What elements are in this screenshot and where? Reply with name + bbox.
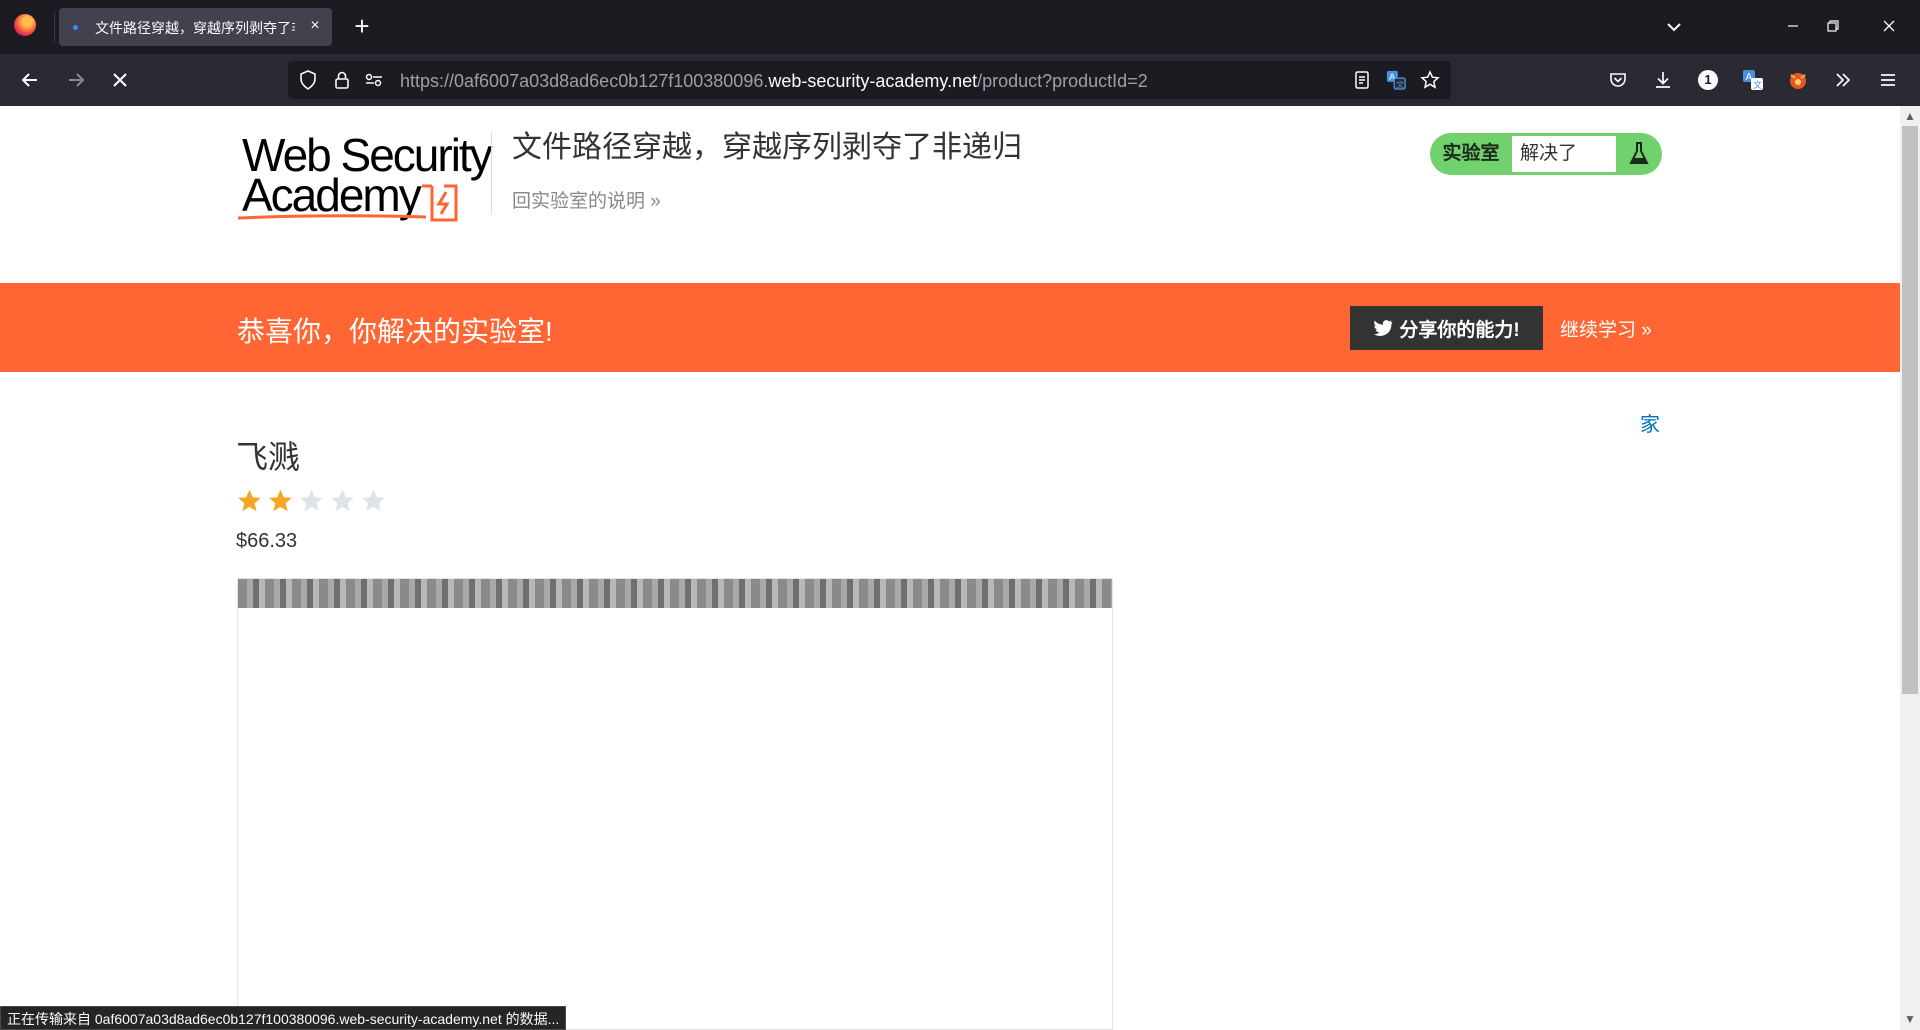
product-image-loaded-strip xyxy=(238,579,1112,608)
star-empty-icon xyxy=(300,489,323,512)
product-name: 飞溅 xyxy=(236,439,301,475)
extension-badge-label: 1 xyxy=(1704,72,1712,87)
chevron-down-icon xyxy=(1667,23,1681,32)
back-button[interactable] xyxy=(14,64,46,96)
pocket-icon xyxy=(1610,73,1626,87)
svg-text:文: 文 xyxy=(1753,79,1762,90)
web-security-academy-logo[interactable]: Web Security Academy xyxy=(238,128,493,224)
twitter-icon xyxy=(1373,320,1393,336)
burp-extension-button[interactable] xyxy=(1782,64,1814,96)
lab-status-widget: 实验室 解决了 xyxy=(1430,133,1662,175)
minimize-icon xyxy=(1788,25,1798,27)
home-link[interactable]: 家 xyxy=(1640,408,1660,437)
loading-dot-icon xyxy=(73,25,78,30)
navigation-toolbar: https://0af6007a03d8ad6ec0b127f100380096… xyxy=(0,54,1920,106)
loading-status-bar: 正在传输来自 0af6007a03d8ad6ec0b127f100380096.… xyxy=(0,1006,567,1030)
share-skills-button[interactable]: 分享你的能力! xyxy=(1350,306,1543,350)
downloads-button[interactable] xyxy=(1647,64,1679,96)
pocket-button[interactable] xyxy=(1602,64,1634,96)
tab-close-button[interactable]: × xyxy=(305,16,325,36)
close-window-button[interactable] xyxy=(1866,12,1912,42)
reader-view-icon[interactable] xyxy=(1352,70,1372,90)
arrow-right-icon xyxy=(69,73,85,87)
star-empty-icon xyxy=(362,489,385,512)
download-icon xyxy=(1656,72,1670,88)
scroll-down-arrow-icon[interactable]: ▼ xyxy=(1903,1012,1917,1026)
address-bar[interactable]: https://0af6007a03d8ad6ec0b127f100380096… xyxy=(288,61,1451,99)
hamburger-menu-icon xyxy=(1881,74,1895,86)
shield-icon[interactable] xyxy=(298,70,318,90)
restore-button[interactable] xyxy=(1810,12,1856,42)
url-prefix: https://0af6007a03d8ad6ec0b127f100380096… xyxy=(400,71,769,91)
bookmark-star-icon[interactable] xyxy=(1420,70,1440,90)
back-to-lab-description-link[interactable]: 回实验室的说明 » xyxy=(512,186,661,213)
stop-x-icon xyxy=(113,73,127,87)
list-all-tabs-button[interactable] xyxy=(1660,14,1688,40)
lab-status-label: 实验室 xyxy=(1442,143,1500,164)
flask-icon xyxy=(1616,133,1662,175)
share-button-label: 分享你的能力! xyxy=(1399,319,1520,341)
page-scrollbar[interactable]: ▲ ▼ xyxy=(1900,106,1920,1030)
product-rating xyxy=(236,488,387,518)
translate-extension-icon: A文 xyxy=(1743,70,1763,90)
logo-underline-icon xyxy=(238,214,427,220)
extension-counter-button[interactable]: 1 xyxy=(1692,64,1724,96)
page-content: Web Security Academy 文件路径穿越，穿越序列剥夺了非递归 回… xyxy=(0,106,1900,1030)
url-host: web-security-academy.net xyxy=(768,71,978,91)
close-icon xyxy=(1883,20,1895,32)
scroll-up-arrow-icon[interactable]: ▲ xyxy=(1903,109,1917,123)
star-empty-icon xyxy=(331,489,354,512)
more-tools-button[interactable] xyxy=(1827,64,1859,96)
lock-icon[interactable] xyxy=(332,70,352,90)
app-menu-button[interactable] xyxy=(1872,64,1904,96)
svg-text:文: 文 xyxy=(1396,79,1404,89)
permissions-icon[interactable] xyxy=(364,70,384,90)
arrow-left-icon xyxy=(21,73,37,87)
tab-bar: 文件路径穿越，穿越序列剥夺了非递归 × + xyxy=(0,0,1920,54)
lab-title: 文件路径穿越，穿越序列剥夺了非递归 xyxy=(512,131,1022,164)
product-image xyxy=(237,578,1113,1030)
star-filled-icon xyxy=(269,489,292,512)
translate-icon[interactable]: A文 xyxy=(1386,70,1406,90)
lab-status-value: 解决了 xyxy=(1512,136,1616,172)
translate-extension-button[interactable]: A文 xyxy=(1737,64,1769,96)
congratulations-message: 恭喜你，你解决的实验室! xyxy=(237,316,553,347)
restore-icon xyxy=(1827,20,1839,32)
stop-button[interactable] xyxy=(104,64,136,96)
new-tab-button[interactable]: + xyxy=(348,12,376,40)
continue-learning-link[interactable]: 继续学习 » xyxy=(1560,315,1652,342)
product-price: $66.33 xyxy=(236,530,298,552)
active-tab[interactable]: 文件路径穿越，穿越序列剥夺了非递归 × xyxy=(59,8,332,46)
header-divider xyxy=(491,132,492,214)
star-filled-icon xyxy=(238,489,261,512)
url-text[interactable]: https://0af6007a03d8ad6ec0b127f100380096… xyxy=(400,71,1148,92)
url-path: /product?productId=2 xyxy=(977,71,1148,91)
solved-banner: 恭喜你，你解决的实验室! 分享你的能力! 继续学习 » xyxy=(0,283,1900,372)
double-chevron-right-icon xyxy=(1836,73,1851,87)
forward-button[interactable] xyxy=(60,64,92,96)
fox-extension-icon xyxy=(1790,73,1806,89)
firefox-logo-icon[interactable] xyxy=(14,14,36,36)
tab-title: 文件路径穿越，穿越序列剥夺了非递归 xyxy=(95,20,295,36)
tab-separator xyxy=(54,12,55,42)
scrollbar-thumb[interactable] xyxy=(1902,126,1918,694)
